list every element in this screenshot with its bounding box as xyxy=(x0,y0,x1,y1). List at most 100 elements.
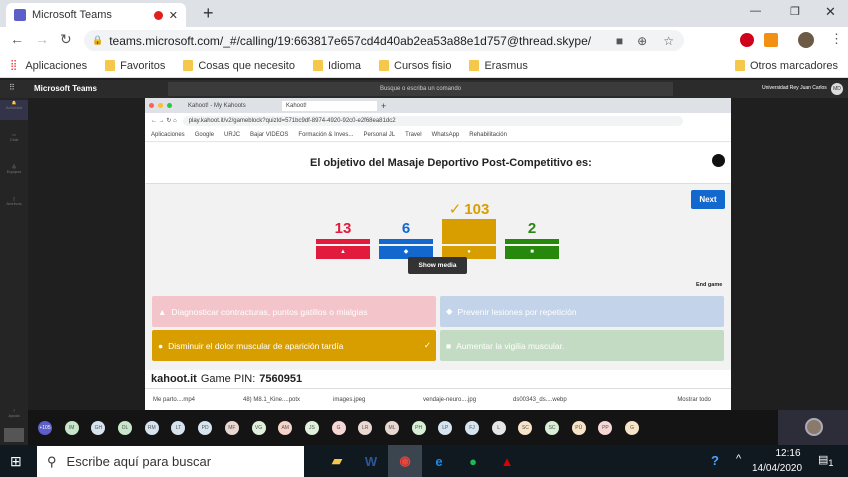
share-tray-icon[interactable] xyxy=(4,428,24,442)
download-item[interactable]: 48) M8.1_Kine....potx xyxy=(243,397,333,403)
zoom-icon[interactable]: ⊕ xyxy=(637,34,647,48)
acrobat-icon[interactable]: ▲ xyxy=(490,445,524,477)
kbm[interactable]: URJC xyxy=(224,132,240,138)
participant-avatar[interactable]: SC xyxy=(518,420,533,435)
participant-avatar[interactable]: LR xyxy=(358,420,373,435)
taskbar-search[interactable]: ⚲ Escribe aquí para buscar xyxy=(37,446,304,477)
clock-time[interactable]: 12:16 xyxy=(768,448,808,459)
tray-chevron-icon[interactable]: ^ xyxy=(736,453,741,465)
app-name: Microsoft Teams xyxy=(34,84,97,93)
abp-icon[interactable] xyxy=(740,33,754,47)
result-bar-triangle xyxy=(316,239,370,244)
kbm[interactable]: WhatsApp xyxy=(432,132,460,138)
bookmark-favoritos[interactable]: Favoritos xyxy=(105,60,165,72)
kbm[interactable]: Formación & Inves... xyxy=(298,132,353,138)
kbm[interactable]: Bajar VIDEOS xyxy=(250,132,288,138)
bookmark-cosas[interactable]: Cosas que necesito xyxy=(183,60,295,72)
url-bar[interactable]: 🔒 teams.microsoft.com/_#/calling/19:6638… xyxy=(84,30,684,51)
participant-avatar[interactable]: SC xyxy=(545,420,560,435)
participant-avatar[interactable]: PH xyxy=(411,420,426,435)
next-button[interactable]: Next xyxy=(691,190,725,209)
download-item[interactable]: Me parto....mp4 xyxy=(153,397,243,403)
participant-avatar[interactable]: VG xyxy=(251,420,266,435)
menu-icon[interactable]: ⋮ xyxy=(830,31,843,47)
new-tab-button[interactable]: + xyxy=(203,3,214,24)
participant-avatar[interactable]: DL xyxy=(118,420,133,435)
browser-tab[interactable]: Microsoft Teams ✕ xyxy=(6,3,186,27)
org-switcher[interactable]: Universidad Rey Juan Carlos xyxy=(762,85,827,91)
participant-avatar[interactable]: LT xyxy=(171,420,186,435)
show-all-downloads[interactable]: Mostrar todo xyxy=(677,397,711,403)
edge-icon[interactable]: e xyxy=(422,445,456,477)
participant-avatar[interactable]: PP xyxy=(598,420,613,435)
close-window-button[interactable]: ✕ xyxy=(825,4,836,20)
bookmark-apps[interactable]: Aplicaciones xyxy=(25,60,87,72)
show-media-button[interactable]: Show media xyxy=(408,257,467,274)
close-tab-icon[interactable]: ✕ xyxy=(169,9,178,22)
participant-avatar[interactable]: FJ xyxy=(465,420,479,435)
command-search[interactable]: Busque o escriba un comando xyxy=(168,82,673,96)
participant-avatar[interactable]: RM xyxy=(144,420,159,435)
rail-files[interactable]: ▯ Archivos xyxy=(0,196,28,216)
start-button[interactable]: ⊞ xyxy=(10,453,22,470)
kahoot-new-tab[interactable]: + xyxy=(381,101,386,111)
end-game-button[interactable]: End game xyxy=(696,282,722,288)
participant-avatar[interactable]: GH xyxy=(91,420,106,435)
camera-icon[interactable]: ■ xyxy=(616,34,623,48)
profile-avatar[interactable] xyxy=(798,32,814,48)
back-button[interactable]: ← xyxy=(10,31,24,47)
chrome-icon[interactable]: ◉ xyxy=(388,445,422,477)
self-video[interactable] xyxy=(778,410,848,445)
download-item[interactable]: ds00343_ds....webp xyxy=(513,397,603,403)
participant-avatar[interactable]: IM xyxy=(64,420,79,435)
kahoot-tab-2[interactable]: Kahoot! xyxy=(282,100,377,111)
extension-icon[interactable] xyxy=(764,33,778,47)
spotify-icon[interactable]: ● xyxy=(456,445,490,477)
participant-avatar[interactable]: MF xyxy=(224,420,239,435)
participant-avatar[interactable]: ML xyxy=(384,420,399,435)
participant-avatar[interactable]: AM xyxy=(278,420,293,435)
bookmark-cursos[interactable]: Cursos fisio xyxy=(379,60,451,72)
download-item[interactable]: images.jpeg xyxy=(333,397,423,403)
participant-avatar[interactable]: G xyxy=(625,420,640,435)
help-tray-icon[interactable]: ? xyxy=(711,453,719,468)
rail-teams[interactable]: ⁂ Equipos xyxy=(0,164,28,184)
download-item[interactable]: vendaje-neuro....jpg xyxy=(423,397,513,403)
bookmark-idioma[interactable]: Idioma xyxy=(312,60,361,72)
user-avatar[interactable]: MD xyxy=(831,83,843,95)
fullscreen-icon[interactable] xyxy=(712,154,725,167)
kahoot-address-bar[interactable]: ← → ↻ ⌂ play.kahoot.it/v2/gameblock?quiz… xyxy=(145,113,731,128)
word-icon[interactable]: W xyxy=(354,445,388,477)
participant-avatar[interactable]: PD xyxy=(198,420,213,435)
app-launcher-icon[interactable]: ⠿ xyxy=(9,83,15,92)
maximize-button[interactable]: ❐ xyxy=(790,5,800,18)
participant-avatar[interactable]: G xyxy=(331,420,346,435)
file-explorer-icon[interactable]: ▰ xyxy=(320,445,354,477)
minimize-button[interactable]: — xyxy=(750,5,761,17)
kbm[interactable]: Aplicaciones xyxy=(151,132,185,138)
circle-icon: ● xyxy=(158,340,164,351)
forward-button[interactable]: → xyxy=(35,31,49,47)
reload-button[interactable]: ↻ xyxy=(60,31,72,48)
star-icon[interactable]: ☆ xyxy=(663,34,674,48)
rail-chat[interactable]: ▭ Chat xyxy=(0,132,28,152)
kbm[interactable]: Google xyxy=(195,132,214,138)
clock-date[interactable]: 14/04/2020 xyxy=(752,463,802,474)
participant-avatar[interactable]: L xyxy=(491,420,506,435)
participant-avatar[interactable]: LP xyxy=(438,420,453,435)
kbm[interactable]: Travel xyxy=(405,132,421,138)
kahoot-bookmarks: Aplicaciones Google URJC Bajar VIDEOS Formac… xyxy=(145,128,731,142)
teams-header: ⠿ Microsoft Teams Busque o escriba un co… xyxy=(0,80,848,98)
bookmark-erasmus[interactable]: Erasmus xyxy=(469,60,528,72)
kahoot-tab-1[interactable]: Kahoot! - My Kahoots xyxy=(188,103,278,109)
participant-avatar[interactable]: +105 xyxy=(38,420,52,435)
notification-button[interactable]: ▤1 xyxy=(818,453,834,468)
participant-avatar[interactable]: PÚ xyxy=(571,420,586,435)
check-icon: ✓ xyxy=(423,340,431,350)
kbm[interactable]: Personal JL xyxy=(363,132,395,138)
rail-activity[interactable]: 🔔 Actividad xyxy=(0,100,28,120)
bookmark-other[interactable]: Otros marcadores xyxy=(734,60,838,72)
participant-avatar[interactable]: JS xyxy=(304,420,319,435)
kbm[interactable]: Rehabilitación xyxy=(469,132,507,138)
rail-help[interactable]: ? Ayuda xyxy=(0,408,28,428)
